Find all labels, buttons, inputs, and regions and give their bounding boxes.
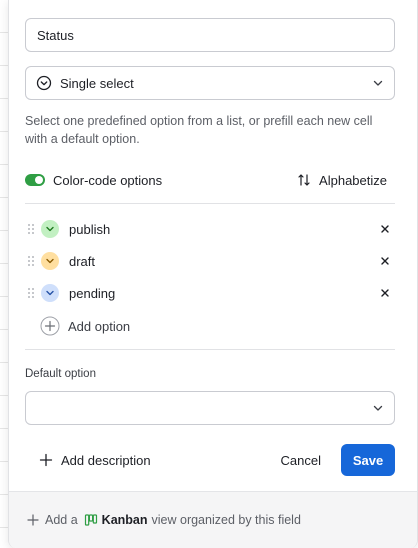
chevron-down-icon: [372, 402, 384, 414]
kanban-prefix: Add a: [45, 513, 78, 527]
drag-handle-icon[interactable]: [27, 255, 35, 267]
save-button[interactable]: Save: [341, 444, 395, 476]
footer-actions: Add description Cancel Save: [25, 444, 395, 476]
close-icon[interactable]: [379, 255, 391, 267]
divider: [25, 203, 395, 204]
chevron-down-icon: [46, 226, 54, 232]
add-description-label: Add description: [61, 452, 151, 468]
kanban-suggestion-bar: Add a Kanban view organized by this fiel…: [9, 491, 417, 548]
color-code-toggle[interactable]: [25, 174, 45, 186]
option-label[interactable]: publish: [69, 222, 379, 237]
alphabetize-button[interactable]: Alphabetize: [297, 173, 387, 188]
field-type-select[interactable]: Single select: [25, 66, 395, 100]
option-row: publish: [25, 216, 395, 242]
close-icon[interactable]: [379, 287, 391, 299]
drag-handle-icon[interactable]: [27, 287, 35, 299]
default-option-label: Default option: [25, 368, 96, 380]
field-type-label: Single select: [60, 75, 134, 91]
field-type-description: Select one predefined option from a list…: [25, 114, 373, 146]
chevron-circle-icon: [36, 75, 52, 91]
field-config-panel: Single select Select one predefined opti…: [8, 0, 418, 548]
cancel-button[interactable]: Cancel: [281, 453, 321, 468]
kanban-icon: [84, 513, 98, 527]
add-option-label: Add option: [68, 318, 131, 334]
color-code-row: Color-code options Alphabetize: [25, 170, 395, 190]
option-color-picker[interactable]: [41, 252, 59, 270]
option-color-picker[interactable]: [41, 220, 59, 238]
add-option-button[interactable]: Add option: [40, 316, 130, 336]
plus-icon: [27, 514, 39, 526]
kanban-suffix: view organized by this field: [151, 513, 301, 527]
option-label[interactable]: pending: [69, 286, 379, 301]
option-color-picker[interactable]: [41, 284, 59, 302]
kanban-view-name: Kanban: [101, 513, 148, 527]
chevron-down-icon: [46, 290, 54, 296]
default-option-select[interactable]: [25, 391, 395, 425]
field-name-input[interactable]: [25, 18, 395, 52]
add-kanban-view-link[interactable]: Add a Kanban view organized by this fiel…: [27, 513, 301, 527]
divider: [25, 349, 395, 350]
alphabetize-label: Alphabetize: [319, 172, 387, 188]
close-icon[interactable]: [379, 223, 391, 235]
plus-icon: [39, 453, 53, 467]
option-label[interactable]: draft: [69, 254, 379, 269]
plus-circle-icon: [40, 316, 60, 336]
color-code-label: Color-code options: [53, 172, 163, 188]
chevron-down-icon: [372, 77, 384, 89]
option-row: pending: [25, 280, 395, 306]
sort-icon: [297, 173, 311, 187]
option-row: draft: [25, 248, 395, 274]
add-description-button[interactable]: Add description: [39, 453, 281, 468]
drag-handle-icon[interactable]: [27, 223, 35, 235]
chevron-down-icon: [46, 258, 54, 264]
